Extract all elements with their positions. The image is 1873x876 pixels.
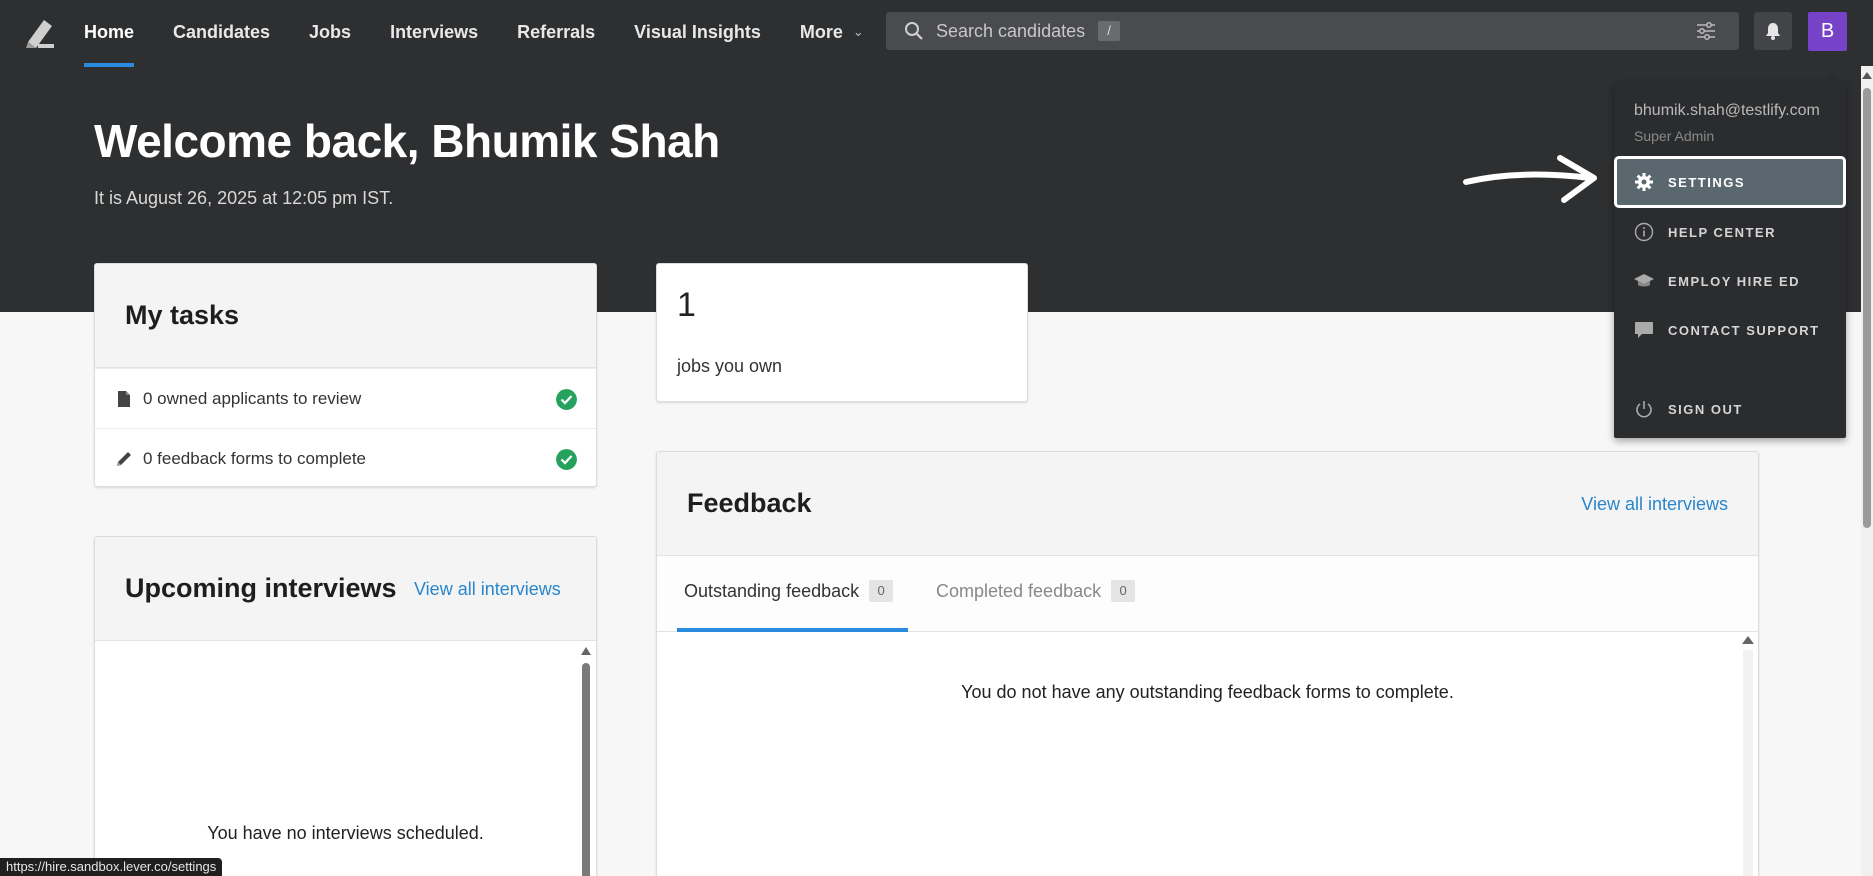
annotation-arrow-icon	[1463, 155, 1597, 203]
scroll-up-arrow-icon[interactable]	[1742, 636, 1754, 644]
nav-visual-insights[interactable]: Visual Insights	[634, 0, 761, 64]
check-circle-icon	[556, 449, 577, 470]
nav-more[interactable]: More ⌄	[800, 0, 864, 64]
nav-home-label: Home	[84, 21, 135, 42]
active-tab-indicator	[677, 628, 908, 632]
feedback-view-all-link[interactable]: View all interviews	[1581, 494, 1728, 515]
gear-icon	[1635, 173, 1653, 191]
nav-referrals-label: Referrals	[517, 21, 596, 42]
upcoming-interviews-title: Upcoming interviews	[125, 573, 397, 603]
lever-logo-icon[interactable]	[22, 14, 58, 50]
scroll-up-arrow-icon[interactable]	[1861, 70, 1873, 80]
my-tasks-header: My tasks	[95, 264, 596, 368]
account-role: Super Admin	[1634, 128, 1715, 144]
nav-more-label: More	[799, 21, 843, 42]
upcoming-view-all-link[interactable]: View all interviews	[414, 579, 561, 600]
nav-visual-insights-label: Visual Insights	[634, 21, 761, 42]
page-scrollbar[interactable]	[1861, 66, 1873, 876]
no-feedback-message: You do not have any outstanding feedback…	[961, 682, 1454, 702]
info-icon	[1634, 222, 1654, 242]
search-icon	[905, 22, 923, 40]
page-scrollbar-thumb[interactable]	[1863, 88, 1871, 528]
nav-referrals[interactable]: Referrals	[517, 0, 595, 64]
contact-support-menu-item[interactable]: CONTACT SUPPORT	[1614, 308, 1846, 352]
graduation-cap-icon	[1634, 274, 1654, 287]
my-tasks-card: My tasks 0 owned applicants to review 0 …	[94, 263, 597, 487]
menu-item-label: SIGN OUT	[1668, 401, 1743, 417]
nav-home[interactable]: Home	[84, 0, 135, 67]
search-input[interactable]	[936, 12, 1636, 50]
power-icon	[1636, 401, 1652, 418]
my-tasks-title: My tasks	[125, 300, 240, 330]
feedback-tabs: Outstanding feedback 0 Completed feedbac…	[657, 556, 1758, 632]
filter-sliders-icon[interactable]	[1695, 21, 1717, 41]
document-icon	[118, 390, 130, 407]
status-url-preview: https://hire.sandbox.lever.co/settings	[0, 858, 223, 876]
tab-label: Outstanding feedback	[684, 580, 860, 601]
tab-count-badge: 0	[869, 580, 894, 602]
upcoming-interviews-header: Upcoming interviews View all interviews	[95, 537, 596, 641]
tab-label: Completed feedback	[936, 580, 1102, 601]
nav-jobs[interactable]: Jobs	[309, 0, 351, 64]
tab-outstanding-feedback[interactable]: Outstanding feedback 0	[684, 580, 894, 602]
upcoming-scrollbar-thumb[interactable]	[582, 663, 590, 876]
jobs-owned-label: jobs you own	[677, 356, 783, 376]
help-center-menu-item[interactable]: HELP CENTER	[1614, 210, 1846, 254]
upcoming-interviews-card: Upcoming interviews View all interviews …	[94, 536, 597, 876]
search-bar[interactable]: /	[886, 12, 1739, 50]
task-row-feedback[interactable]: 0 feedback forms to complete	[95, 428, 596, 488]
check-circle-icon	[556, 389, 577, 410]
menu-item-label: SETTINGS	[1668, 174, 1746, 190]
nav-jobs-label: Jobs	[309, 21, 352, 42]
bell-icon	[1766, 23, 1780, 40]
no-interviews-message: You have no interviews scheduled.	[207, 823, 484, 843]
search-shortcut-key: /	[1098, 21, 1120, 41]
nav-candidates-label: Candidates	[173, 21, 271, 42]
chat-bubble-icon	[1635, 322, 1653, 338]
menu-item-label: CONTACT SUPPORT	[1668, 322, 1820, 338]
feedback-card: Feedback View all interviews Outstanding…	[656, 451, 1759, 876]
notifications-button[interactable]	[1754, 12, 1792, 50]
tab-count-badge: 0	[1111, 580, 1136, 602]
nav-candidates[interactable]: Candidates	[173, 0, 270, 64]
nav-items: Home Candidates Jobs Interviews Referral…	[84, 0, 903, 67]
nav-interviews[interactable]: Interviews	[390, 0, 478, 64]
feedback-header: Feedback View all interviews	[657, 452, 1758, 556]
welcome-heading: Welcome back, Bhumik Shah	[94, 115, 720, 167]
menu-item-label: HELP CENTER	[1668, 224, 1776, 240]
jobs-owned-count: 1	[677, 286, 696, 324]
scroll-up-arrow-icon[interactable]	[581, 647, 591, 655]
sign-out-menu-item[interactable]: SIGN OUT	[1614, 387, 1846, 431]
task-row-applicants[interactable]: 0 owned applicants to review	[95, 368, 596, 428]
account-email: bhumik.shah@testlify.com	[1634, 102, 1820, 119]
avatar-initial: B	[1820, 20, 1835, 42]
feedback-scrollbar-track[interactable]	[1743, 650, 1753, 876]
top-navigation: Home Candidates Jobs Interviews Referral…	[0, 0, 1873, 67]
user-avatar-button[interactable]: B	[1808, 12, 1847, 51]
jobs-owned-card[interactable]: 1 jobs you own	[656, 263, 1028, 402]
task-label: 0 feedback forms to complete	[143, 448, 367, 468]
feedback-title: Feedback	[687, 488, 812, 518]
account-dropdown-menu: bhumik.shah@testlify.com Super Admin SET…	[1614, 74, 1846, 438]
pencil-icon	[117, 451, 131, 466]
menu-item-label: EMPLOY HIRE ED	[1668, 273, 1801, 289]
nav-interviews-label: Interviews	[390, 21, 479, 42]
chevron-down-icon: ⌄	[852, 24, 864, 39]
task-label: 0 owned applicants to review	[143, 388, 362, 408]
tab-completed-feedback[interactable]: Completed feedback 0	[936, 580, 1136, 602]
settings-menu-item[interactable]: SETTINGS	[1614, 156, 1846, 208]
date-line: It is August 26, 2025 at 12:05 pm IST.	[94, 188, 394, 208]
employ-hire-ed-menu-item[interactable]: EMPLOY HIRE ED	[1614, 259, 1846, 303]
